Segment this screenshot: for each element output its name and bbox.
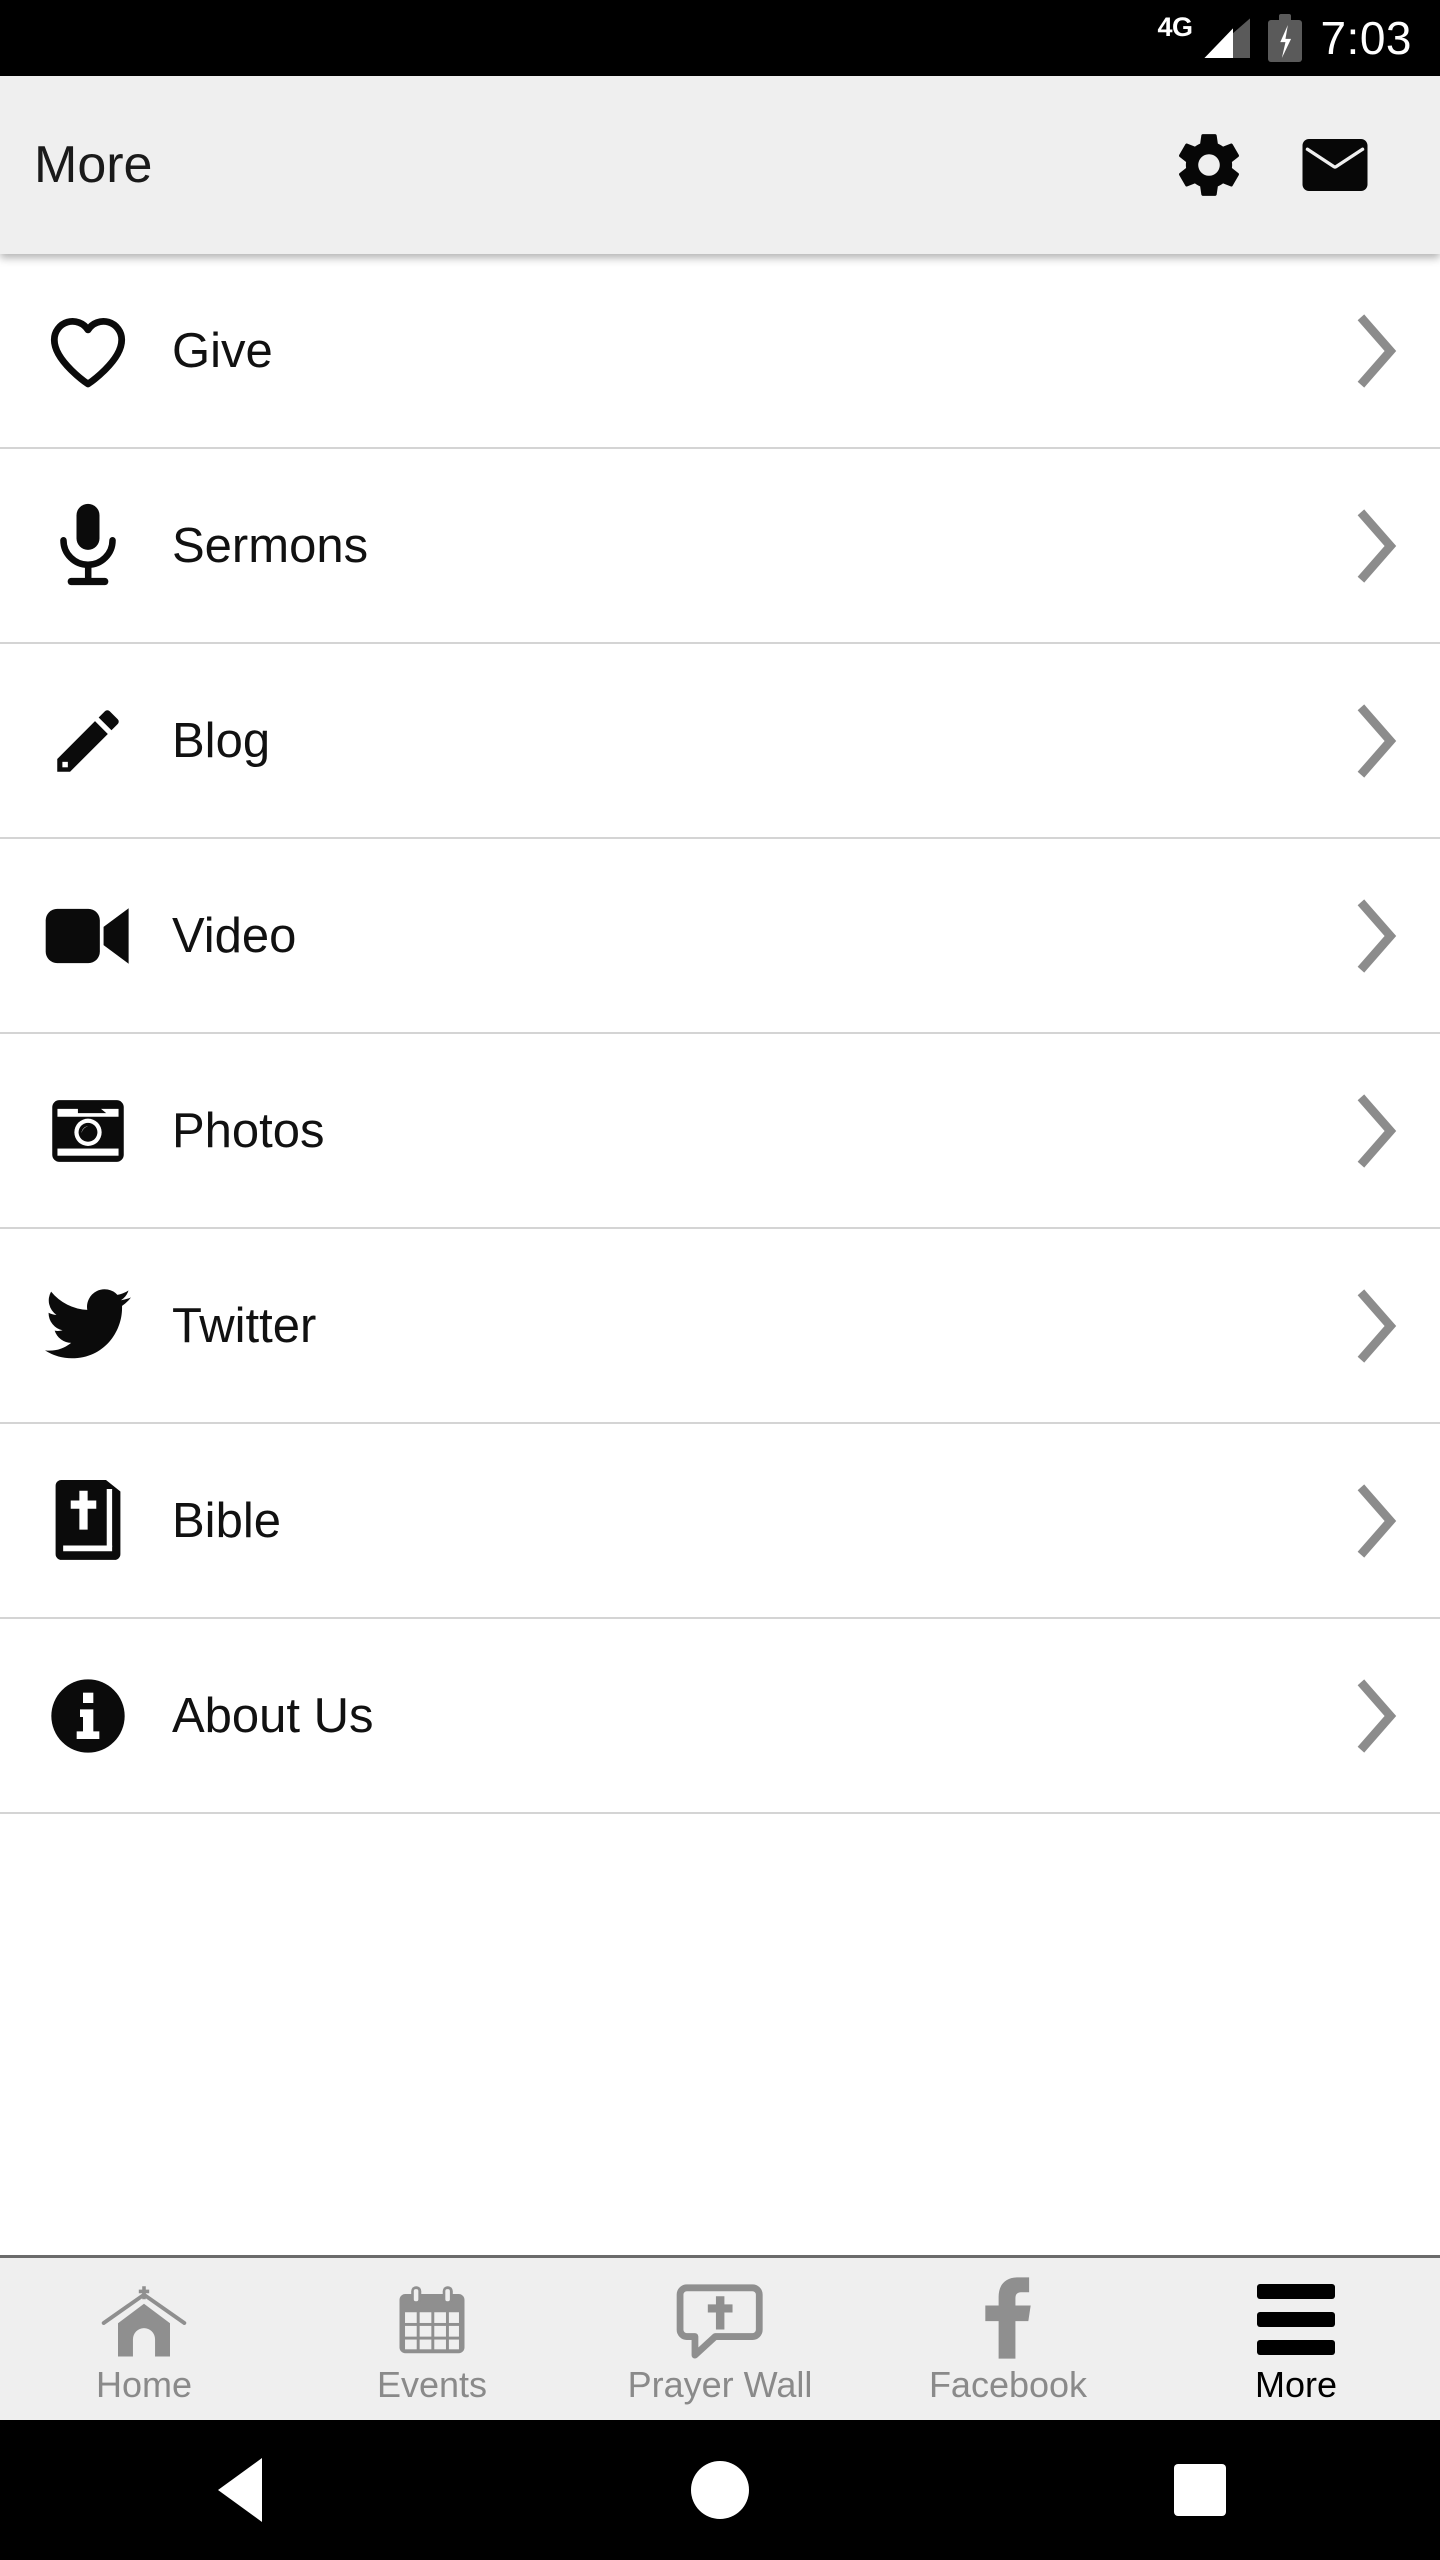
gear-icon <box>1179 134 1239 196</box>
mail-button[interactable] <box>1296 126 1374 204</box>
speech-cross-icon <box>676 2273 764 2361</box>
square-recents-icon <box>1174 2464 1226 2516</box>
bottom-tab-bar: Home Events Prayer Wall Facebook More <box>0 2255 1440 2420</box>
list-item-about-us[interactable]: About Us <box>0 1619 1440 1814</box>
list-item-blog[interactable]: Blog <box>0 644 1440 839</box>
status-bar-clock: 7:03 <box>1320 12 1412 64</box>
tab-prayer-wall[interactable]: Prayer Wall <box>576 2258 864 2420</box>
back-button[interactable] <box>0 2458 480 2522</box>
tab-label: Prayer Wall <box>627 2364 813 2406</box>
microphone-icon <box>36 500 140 592</box>
tab-home[interactable]: Home <box>0 2258 288 2420</box>
list-item-label: Video <box>172 908 297 963</box>
tab-label: More <box>1254 2364 1338 2406</box>
list-item-give[interactable]: Give <box>0 254 1440 449</box>
home-button[interactable] <box>480 2461 960 2519</box>
triangle-back-icon <box>218 2458 262 2522</box>
chevron-right-icon <box>1348 1483 1410 1559</box>
info-circle-icon <box>36 1676 140 1756</box>
network-type-label: 4G <box>1157 12 1193 42</box>
calendar-icon <box>393 2273 471 2361</box>
list-item-sermons[interactable]: Sermons <box>0 449 1440 644</box>
app-bar: More <box>0 76 1440 254</box>
settings-button[interactable] <box>1170 126 1248 204</box>
chevron-right-icon <box>1348 1093 1410 1169</box>
list-item-label: Blog <box>172 713 271 768</box>
bible-book-icon <box>36 1477 140 1565</box>
pencil-icon <box>36 700 140 782</box>
list-item-label: Bible <box>172 1493 281 1548</box>
page-title: More <box>34 136 153 194</box>
chevron-right-icon <box>1348 313 1410 389</box>
tab-facebook[interactable]: Facebook <box>864 2258 1152 2420</box>
list-item-photos[interactable]: Photos <box>0 1034 1440 1229</box>
list-item-video[interactable]: Video <box>0 839 1440 1034</box>
list-item-label: Sermons <box>172 518 369 573</box>
tab-events[interactable]: Events <box>288 2258 576 2420</box>
chevron-right-icon <box>1348 898 1410 974</box>
tab-label: Events <box>376 2364 488 2406</box>
tab-label: Home <box>95 2364 193 2406</box>
recents-button[interactable] <box>960 2464 1440 2516</box>
more-menu-list: Give Sermons Blog Video Photos Twitter B… <box>0 254 1440 2255</box>
twitter-bird-icon <box>36 1288 140 1364</box>
list-item-label: Give <box>172 323 273 378</box>
chevron-right-icon <box>1348 1678 1410 1754</box>
battery-charging-icon <box>1268 14 1303 62</box>
video-camera-icon <box>36 905 140 967</box>
camera-icon <box>36 1092 140 1170</box>
signal-bars-icon <box>1204 18 1251 58</box>
list-item-bible[interactable]: Bible <box>0 1424 1440 1619</box>
list-item-twitter[interactable]: Twitter <box>0 1229 1440 1424</box>
list-item-label: Twitter <box>172 1298 317 1353</box>
app-bar-actions <box>1170 126 1404 204</box>
facebook-f-icon <box>979 2273 1037 2361</box>
tab-label: Facebook <box>928 2364 1088 2406</box>
system-nav-bar <box>0 2420 1440 2560</box>
status-bar: 4G 7:03 <box>0 0 1440 76</box>
app-screen: 4G 7:03 More Give Sermons Blog Video Pho… <box>0 0 1440 2560</box>
chevron-right-icon <box>1348 508 1410 584</box>
chevron-right-icon <box>1348 703 1410 779</box>
list-item-label: Photos <box>172 1103 325 1158</box>
heart-outline-icon <box>36 311 140 391</box>
hamburger-menu-icon <box>1257 2273 1335 2361</box>
envelope-icon <box>1302 139 1368 191</box>
circle-home-icon <box>691 2461 749 2519</box>
list-item-label: About Us <box>172 1688 374 1743</box>
church-icon <box>98 2273 190 2361</box>
chevron-right-icon <box>1348 1288 1410 1364</box>
tab-more[interactable]: More <box>1152 2258 1440 2420</box>
